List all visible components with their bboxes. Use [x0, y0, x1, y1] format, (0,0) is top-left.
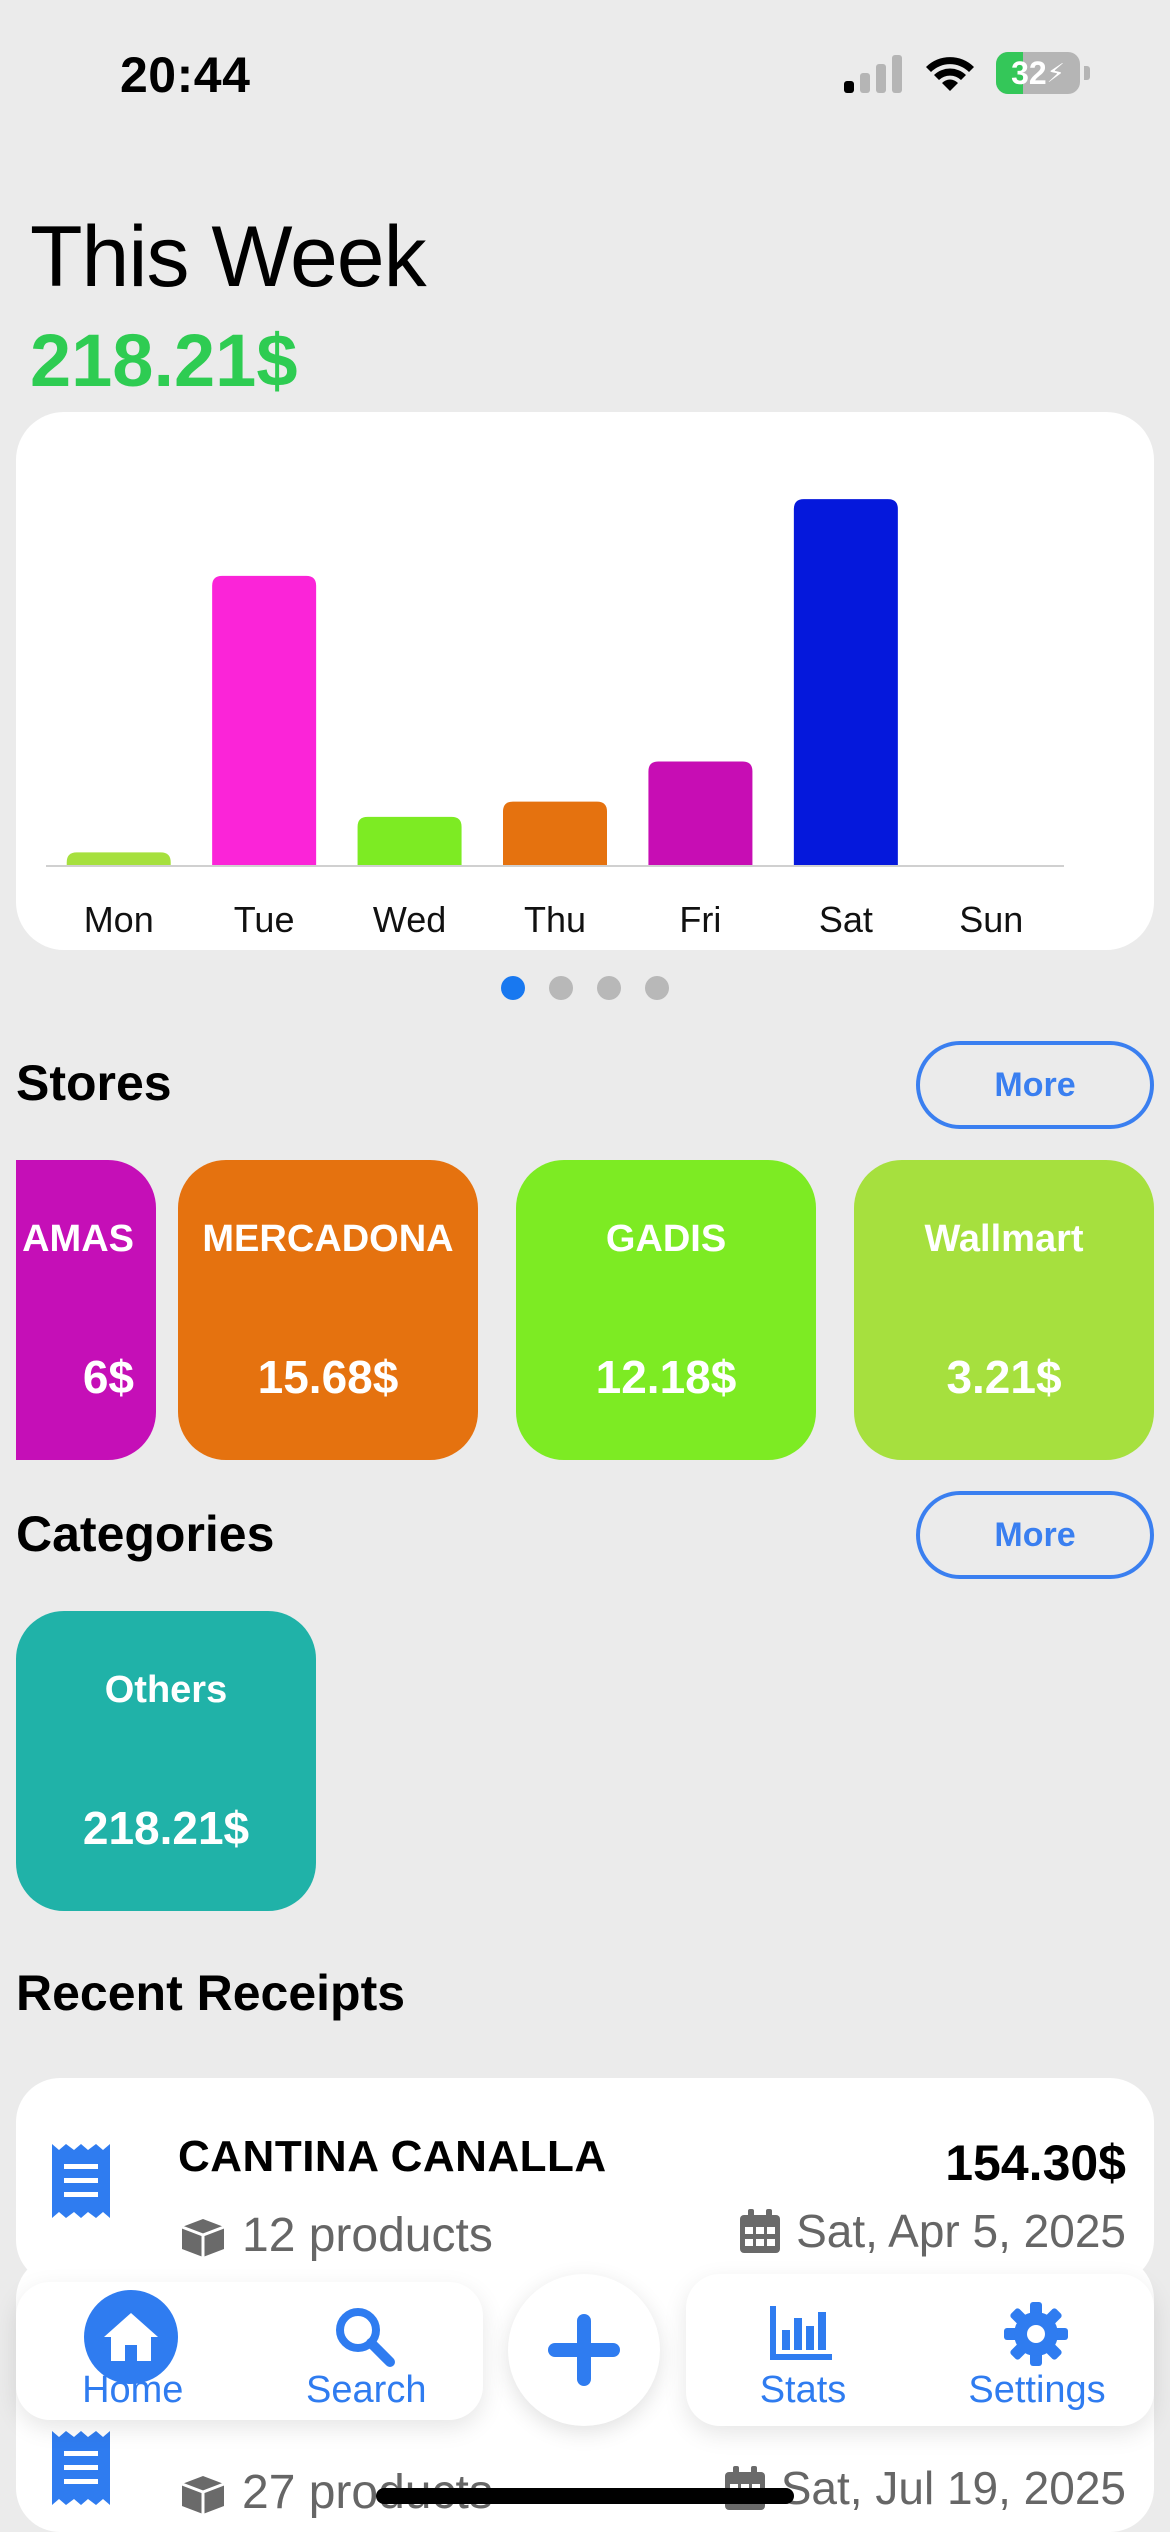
receipt-date: Sat, Apr 5, 2025 [740, 2204, 1126, 2258]
store-tile[interactable]: AMAS 6$ [16, 1160, 156, 1460]
bar-chart-icon [770, 2306, 832, 2360]
page-dot[interactable] [501, 976, 525, 1000]
page-title: This Week [30, 209, 427, 305]
receipt-date-text: Sat, Jul 19, 2025 [780, 2462, 1126, 2514]
store-tile-name: GADIS [605, 1218, 727, 1260]
wifi-icon [926, 57, 974, 91]
receipt-total: 154.30$ [945, 2135, 1126, 2191]
categories-carousel[interactable]: Others 218.21$ [16, 1611, 1170, 1911]
cellular-signal-icon [844, 55, 902, 93]
chart-bar-tue[interactable] [212, 575, 317, 866]
store-tile[interactable]: Wallmart 3.21$ [854, 1160, 1154, 1460]
home-indicator [376, 2488, 794, 2504]
chart-tick-label: Mon [84, 899, 154, 940]
search-icon [335, 2308, 395, 2367]
chart-tick-label: Tue [234, 899, 295, 940]
store-tile-amount: 6$ [82, 1351, 134, 1403]
store-tile-name: MERCADONA [202, 1218, 454, 1260]
store-tile-amount: 3.21$ [946, 1351, 1062, 1403]
receipt-icon [52, 2431, 110, 2505]
chart-bar-thu[interactable] [503, 801, 607, 866]
tab-search[interactable]: Search [250, 2282, 484, 2420]
store-tile-amount: 15.68$ [257, 1351, 399, 1403]
tab-group-right: Stats Settings [686, 2274, 1154, 2426]
chart-page-indicator[interactable] [0, 976, 1170, 1000]
tab-settings[interactable]: Settings [920, 2274, 1154, 2426]
category-tile[interactable]: Others 218.21$ [16, 1611, 316, 1911]
chart-tick-label: Sat [819, 899, 873, 940]
categories-more-button[interactable]: More [916, 1491, 1154, 1579]
stores-more-button[interactable]: More [916, 1041, 1154, 1129]
weekly-bar-chart: Mon Tue Wed Thu Fri Sat Sun [46, 499, 1064, 940]
week-total: 218.21$ [30, 319, 298, 402]
receipt-product-count: 12 products [242, 2209, 493, 2262]
chart-tick-label: Fri [679, 899, 721, 940]
chart-tick-label: Sun [959, 899, 1023, 940]
category-tile-amount: 218.21$ [82, 1802, 250, 1854]
page-dot[interactable] [645, 976, 669, 1000]
battery-level: 32 [1011, 54, 1047, 91]
stores-title: Stores [16, 1055, 172, 1111]
categories-title: Categories [16, 1506, 275, 1562]
recent-receipts-title: Recent Receipts [16, 1965, 406, 2021]
chart-bar-mon[interactable] [66, 852, 171, 866]
stores-carousel[interactable]: AMAS 6$ MERCADONA 15.68$ GADIS 12.18$ Wallmart… [16, 1160, 1170, 1460]
chart-tick-label: Wed [373, 899, 446, 940]
store-tile-name: AMAS [22, 1218, 134, 1260]
tab-settings-label: Settings [968, 2369, 1106, 2411]
battery-cap [1084, 66, 1090, 80]
status-time: 20:44 [120, 47, 251, 103]
store-tile[interactable]: GADIS 12.18$ [516, 1160, 816, 1460]
receipt-date-text: Sat, Apr 5, 2025 [796, 2205, 1126, 2257]
receipt-icon [52, 2144, 110, 2218]
store-tile-name: Wallmart [924, 1218, 1084, 1260]
weekly-chart-card[interactable]: Mon Tue Wed Thu Fri Sat Sun [16, 412, 1154, 950]
tab-search-label: Search [306, 2369, 427, 2411]
receipt-card[interactable]: CANTINA CANALLA 154.30$ 12 products Sat,… [16, 2078, 1154, 2284]
store-tile-amount: 12.18$ [595, 1351, 737, 1403]
tab-home[interactable]: Home [16, 2282, 250, 2420]
page-dot[interactable] [549, 976, 573, 1000]
status-icons: 32 ⚡ [844, 52, 1090, 94]
chart-bar-wed[interactable] [357, 816, 462, 866]
chart-bar-fri[interactable] [648, 761, 753, 866]
tab-home-label: Home [82, 2369, 184, 2411]
receipt-products: 12 products [178, 2208, 493, 2263]
category-tile-name: Others [104, 1669, 228, 1711]
box-icon [181, 2218, 225, 2257]
add-receipt-button[interactable] [508, 2274, 660, 2426]
tab-stats[interactable]: Stats [686, 2274, 920, 2426]
plus-icon [548, 2314, 620, 2386]
gear-icon [1004, 2302, 1068, 2366]
receipt-store-name: CANTINA CANALLA [178, 2132, 607, 2181]
store-tile[interactable]: MERCADONA 15.68$ [178, 1160, 478, 1460]
battery-charging-icon: 32 ⚡ [996, 52, 1080, 94]
chart-tick-label: Thu [524, 899, 586, 940]
chart-bar-sat[interactable] [793, 499, 898, 866]
tab-group-left: Home Search [16, 2282, 483, 2420]
app-screen: 20:44 32 ⚡ This Week 218.21$ Mon Tue Wed Thu… [0, 0, 1170, 2532]
home-icon [104, 2313, 158, 2361]
box-icon [181, 2475, 225, 2514]
calendar-icon [740, 2209, 781, 2253]
tab-stats-label: Stats [759, 2369, 847, 2411]
page-dot[interactable] [597, 976, 621, 1000]
